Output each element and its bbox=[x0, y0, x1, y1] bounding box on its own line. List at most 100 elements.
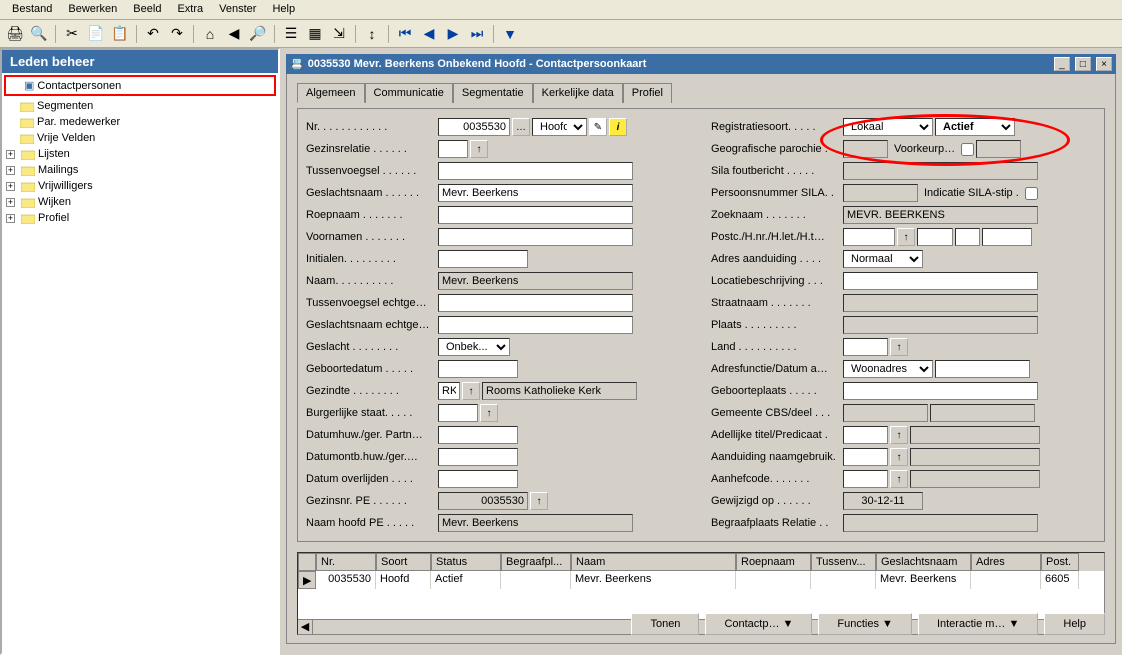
back-icon[interactable]: ◀ bbox=[223, 23, 245, 45]
land-field[interactable] bbox=[843, 338, 888, 356]
menu-beeld[interactable]: Beeld bbox=[125, 0, 169, 19]
hlet-field[interactable] bbox=[955, 228, 980, 246]
hnr-field[interactable] bbox=[917, 228, 953, 246]
burgerlijke-lookup[interactable]: ↑ bbox=[480, 404, 498, 422]
aanduiding-field[interactable] bbox=[843, 448, 888, 466]
gezindte-code[interactable] bbox=[438, 382, 460, 400]
list-icon[interactable]: ☰ bbox=[280, 23, 302, 45]
gezindte-lookup[interactable]: ↑ bbox=[462, 382, 480, 400]
col-adres[interactable]: Adres bbox=[971, 553, 1041, 571]
actief-select[interactable]: Actief bbox=[935, 118, 1015, 136]
col-naam[interactable]: Naam bbox=[571, 553, 736, 571]
geslacht-select[interactable]: Onbek... bbox=[438, 338, 510, 356]
next-icon[interactable]: ▶ bbox=[442, 23, 464, 45]
tussenvoegsel-field[interactable] bbox=[438, 162, 633, 180]
tree-item-segmenten[interactable]: Segmenten bbox=[2, 98, 278, 114]
last-icon[interactable]: ⏭ bbox=[466, 23, 488, 45]
col-nr[interactable]: Nr. bbox=[316, 553, 376, 571]
tab-profiel[interactable]: Profiel bbox=[623, 83, 672, 103]
col-begraaf[interactable]: Begraafpl... bbox=[501, 553, 571, 571]
tree-item-wijken[interactable]: + Wijken bbox=[2, 194, 278, 210]
expand-icon[interactable]: ⇲ bbox=[328, 23, 350, 45]
postc-lookup[interactable]: ↑ bbox=[897, 228, 915, 246]
maximize-button[interactable]: □ bbox=[1075, 57, 1091, 71]
aanduiding-lookup[interactable]: ↑ bbox=[890, 448, 908, 466]
first-icon[interactable]: ⏮ bbox=[394, 23, 416, 45]
col-post[interactable]: Post. bbox=[1041, 553, 1079, 571]
datumhuw-field[interactable] bbox=[438, 426, 518, 444]
tree-item-par[interactable]: Par. medewerker bbox=[2, 114, 278, 130]
col-roep[interactable]: Roepnaam bbox=[736, 553, 811, 571]
postc-field[interactable] bbox=[843, 228, 895, 246]
locatie-field[interactable] bbox=[843, 272, 1038, 290]
table-row[interactable]: ▶ 0035530 Hoofd Actief Mevr. Beerkens Me… bbox=[298, 571, 1104, 589]
btn-help[interactable]: Help bbox=[1044, 613, 1105, 635]
voorkeur-check[interactable] bbox=[961, 143, 974, 156]
hoofd-select[interactable]: Hoofd bbox=[532, 118, 587, 136]
voornamen-field[interactable] bbox=[438, 228, 633, 246]
nr-field[interactable] bbox=[438, 118, 510, 136]
gne-field[interactable] bbox=[438, 316, 633, 334]
aanhef-field[interactable] bbox=[843, 470, 888, 488]
roepnaam-field[interactable] bbox=[438, 206, 633, 224]
menu-venster[interactable]: Venster bbox=[211, 0, 264, 19]
adresdatum-field[interactable] bbox=[935, 360, 1030, 378]
col-status[interactable]: Status bbox=[431, 553, 501, 571]
registratie-select[interactable]: Lokaal bbox=[843, 118, 933, 136]
tab-algemeen[interactable]: Algemeen bbox=[297, 83, 365, 103]
gezinsrelatie-lookup[interactable]: ↑ bbox=[470, 140, 488, 158]
copy-icon[interactable]: 📄 bbox=[85, 23, 107, 45]
menu-bewerken[interactable]: Bewerken bbox=[60, 0, 125, 19]
dropdown-icon[interactable]: ▼ bbox=[499, 23, 521, 45]
tree-item-lijsten[interactable]: + Lijsten bbox=[2, 146, 278, 162]
initialen-field[interactable] bbox=[438, 250, 528, 268]
aanhef-lookup[interactable]: ↑ bbox=[890, 470, 908, 488]
menu-help[interactable]: Help bbox=[264, 0, 303, 19]
grid-icon[interactable]: ▦ bbox=[304, 23, 326, 45]
prev-icon[interactable]: ◀ bbox=[418, 23, 440, 45]
find-icon[interactable]: 🔎 bbox=[247, 23, 269, 45]
print-icon[interactable]: 🖨 bbox=[4, 23, 26, 45]
adres-select[interactable]: Normaal bbox=[843, 250, 923, 268]
tve-field[interactable] bbox=[438, 294, 633, 312]
ht-field[interactable] bbox=[982, 228, 1032, 246]
tree-item-vrije[interactable]: Vrije Velden bbox=[2, 130, 278, 146]
tab-communicatie[interactable]: Communicatie bbox=[365, 83, 453, 103]
edit-icon[interactable]: ✎ bbox=[589, 118, 607, 136]
preview-icon[interactable]: 🔍 bbox=[28, 23, 50, 45]
redo-icon[interactable]: ↷ bbox=[166, 23, 188, 45]
cut-icon[interactable]: ✂ bbox=[61, 23, 83, 45]
adellijke-lookup[interactable]: ↑ bbox=[890, 426, 908, 444]
tab-segmentatie[interactable]: Segmentatie bbox=[453, 83, 533, 103]
tree-item-vrijwilligers[interactable]: + Vrijwilligers bbox=[2, 178, 278, 194]
adresfunctie-select[interactable]: Woonadres bbox=[843, 360, 933, 378]
nr-lookup[interactable]: … bbox=[512, 118, 530, 136]
geboorteplaats-field[interactable] bbox=[843, 382, 1038, 400]
geboorte-field[interactable] bbox=[438, 360, 518, 378]
btn-functies[interactable]: Functies ▼ bbox=[818, 613, 912, 635]
tree-item-profiel[interactable]: + Profiel bbox=[2, 210, 278, 226]
burgerlijke-field[interactable] bbox=[438, 404, 478, 422]
overlijden-field[interactable] bbox=[438, 470, 518, 488]
gezinsrelatie-field[interactable] bbox=[438, 140, 468, 158]
minimize-button[interactable]: _ bbox=[1054, 57, 1070, 71]
land-lookup[interactable]: ↑ bbox=[890, 338, 908, 356]
col-tussen[interactable]: Tussenv... bbox=[811, 553, 876, 571]
col-gesl[interactable]: Geslachtsnaam bbox=[876, 553, 971, 571]
menu-extra[interactable]: Extra bbox=[169, 0, 211, 19]
tree-item-mailings[interactable]: + Mailings bbox=[2, 162, 278, 178]
col-soort[interactable]: Soort bbox=[376, 553, 431, 571]
undo-icon[interactable]: ↶ bbox=[142, 23, 164, 45]
close-button[interactable]: × bbox=[1096, 57, 1112, 71]
tab-kerkelijke[interactable]: Kerkelijke data bbox=[533, 83, 623, 103]
datumontb-field[interactable] bbox=[438, 448, 518, 466]
adellijke-field[interactable] bbox=[843, 426, 888, 444]
gezinsnr-lookup[interactable]: ↑ bbox=[530, 492, 548, 510]
menu-bestand[interactable]: Bestand bbox=[4, 0, 60, 19]
tree-item-contactpersonen[interactable]: ▣Contactpersonen bbox=[4, 75, 276, 96]
paste-icon[interactable]: 📋 bbox=[109, 23, 131, 45]
btn-contactp[interactable]: Contactp… ▼ bbox=[705, 613, 812, 635]
col-marker[interactable] bbox=[298, 553, 316, 571]
btn-tonen[interactable]: Tonen bbox=[631, 613, 699, 635]
indicatie-check[interactable] bbox=[1025, 187, 1038, 200]
